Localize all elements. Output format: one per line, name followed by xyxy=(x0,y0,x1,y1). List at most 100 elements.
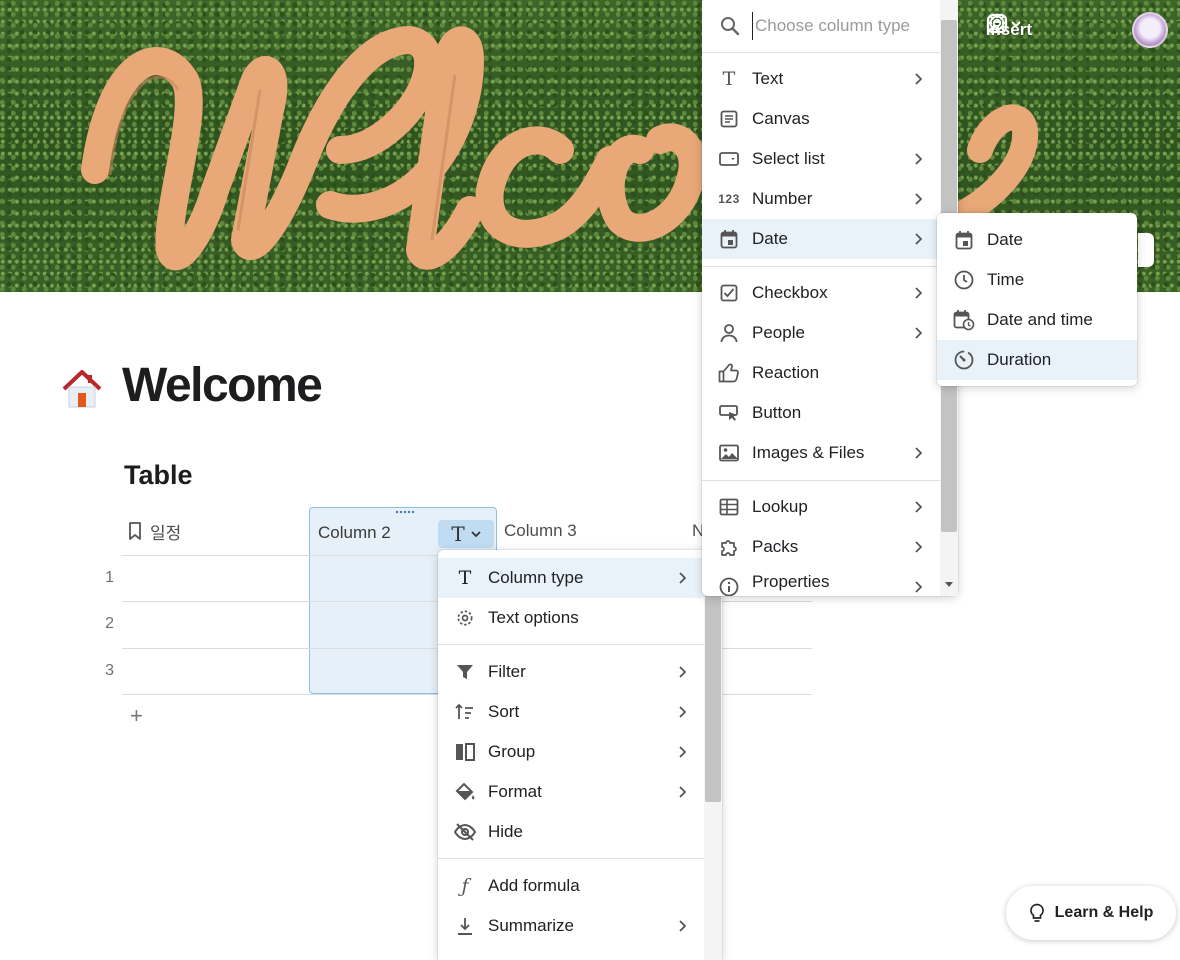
calendar-clock-icon xyxy=(953,310,975,331)
lookup-table-icon xyxy=(718,497,740,517)
type-item-lookup[interactable]: Lookup xyxy=(702,487,940,527)
scroll-down-arrow-icon[interactable] xyxy=(944,580,954,588)
filter-icon xyxy=(454,662,476,682)
type-item-number[interactable]: 123 Number xyxy=(702,179,940,219)
chevron-right-icon xyxy=(678,916,690,936)
menu-item-label: Group xyxy=(488,742,536,761)
column-header-1[interactable]: 일정 xyxy=(126,507,181,555)
column-type-button[interactable]: T xyxy=(438,520,494,548)
number-icon: 123 xyxy=(718,192,740,206)
formula-icon: ƒ xyxy=(461,875,469,897)
learn-help-button[interactable]: Learn & Help xyxy=(1006,886,1176,940)
type-item-packs[interactable]: Packs xyxy=(702,527,940,567)
house-icon[interactable] xyxy=(60,367,104,411)
calendar-icon xyxy=(953,230,975,250)
menu-item-filter[interactable]: Filter xyxy=(438,652,704,692)
scrollbar[interactable] xyxy=(704,550,722,960)
date-option-duration[interactable]: Duration xyxy=(937,340,1137,380)
chevron-right-icon xyxy=(914,537,926,557)
menu-item-group[interactable]: Group xyxy=(438,732,704,772)
column-header-label: Column 2 xyxy=(318,523,391,542)
menu-divider xyxy=(438,644,704,645)
chevron-right-icon xyxy=(678,742,690,762)
menu-item-label: Select list xyxy=(752,149,825,168)
eye-off-icon xyxy=(454,822,476,842)
chevron-right-icon xyxy=(914,497,926,517)
row-number: 2 xyxy=(105,615,114,632)
type-item-properties[interactable]: Properties xyxy=(702,567,940,596)
menu-item-summarize[interactable]: Summarize xyxy=(438,906,704,946)
menu-item-label: Packs xyxy=(752,537,799,556)
settings-gear-icon[interactable] xyxy=(986,13,1068,42)
chevron-right-icon xyxy=(914,283,926,303)
chevron-down-icon xyxy=(471,531,481,538)
chevron-right-icon xyxy=(914,149,926,169)
type-item-canvas[interactable]: Canvas xyxy=(702,99,940,139)
image-icon xyxy=(718,443,740,463)
column-header-label: 일정 xyxy=(150,523,182,543)
scrollbar-thumb[interactable] xyxy=(705,580,721,802)
chevron-right-icon xyxy=(914,189,926,209)
type-item-images-files[interactable]: Images & Files xyxy=(702,433,940,473)
menu-divider xyxy=(702,266,940,267)
select-list-icon xyxy=(718,149,740,169)
menu-item-label: Column type xyxy=(488,568,584,587)
thumbs-up-icon xyxy=(718,363,740,383)
info-icon xyxy=(718,577,740,596)
type-item-checkbox[interactable]: Checkbox xyxy=(702,273,940,313)
column-type-search-input[interactable] xyxy=(752,12,937,40)
type-item-text[interactable]: T Text xyxy=(702,59,940,99)
table-title[interactable]: Table xyxy=(124,460,193,491)
column-header-label: Column 3 xyxy=(504,521,577,540)
add-row-button[interactable]: + xyxy=(130,703,143,729)
menu-item-hide[interactable]: Hide xyxy=(438,812,704,852)
column-header-3[interactable]: Column 3 xyxy=(504,507,577,555)
user-avatar[interactable] xyxy=(1132,12,1168,48)
chevron-right-icon xyxy=(914,577,926,596)
type-item-button[interactable]: Button xyxy=(702,393,940,433)
menu-divider xyxy=(438,858,704,859)
summarize-icon xyxy=(454,916,476,936)
type-item-select-list[interactable]: Select list xyxy=(702,139,940,179)
menu-item-label: Time xyxy=(987,270,1025,289)
type-item-date[interactable]: Date xyxy=(702,219,940,259)
banner-edge-chip xyxy=(1138,233,1154,267)
button-icon xyxy=(718,403,740,423)
menu-item-label: Sort xyxy=(488,702,520,721)
bookmark-icon xyxy=(129,522,141,540)
chevron-right-icon xyxy=(678,782,690,802)
menu-divider xyxy=(702,52,940,53)
drag-handle[interactable] xyxy=(395,510,415,514)
menu-item-add-formula[interactable]: ƒ Add formula xyxy=(438,866,704,906)
menu-item-label: Checkbox xyxy=(752,283,828,302)
menu-item-label: Lookup xyxy=(752,497,808,516)
calendar-icon xyxy=(718,229,740,249)
menu-item-label: Date xyxy=(987,230,1023,249)
date-type-submenu: Date Time Date and time Duration xyxy=(937,213,1137,386)
menu-item-label: Duration xyxy=(987,350,1052,369)
menu-item-label: Text xyxy=(752,69,784,88)
chevron-right-icon xyxy=(914,443,926,463)
date-option-time[interactable]: Time xyxy=(937,260,1137,300)
chevron-right-icon xyxy=(914,229,926,249)
menu-item-label: Properties xyxy=(752,571,830,591)
menu-divider xyxy=(702,480,940,481)
date-option-date[interactable]: Date xyxy=(937,220,1137,260)
type-search-row xyxy=(702,0,940,50)
type-item-reaction[interactable]: Reaction xyxy=(702,353,940,393)
type-item-people[interactable]: People xyxy=(702,313,940,353)
menu-item-text-options[interactable]: Text options xyxy=(438,598,704,638)
menu-item-sort[interactable]: Sort xyxy=(438,692,704,732)
menu-item-label: Text options xyxy=(488,608,579,627)
page-title[interactable]: Welcome xyxy=(122,358,323,413)
menu-item-column-type[interactable]: T Column type xyxy=(438,558,704,598)
menu-item-format[interactable]: Format xyxy=(438,772,704,812)
puzzle-icon xyxy=(718,537,740,557)
date-option-date-and-time[interactable]: Date and time xyxy=(937,300,1137,340)
comments-menu-icon[interactable] xyxy=(986,13,1120,42)
menu-item-label: Images & Files xyxy=(752,443,865,462)
menu-item-label: Hide xyxy=(488,822,523,841)
sort-icon xyxy=(454,702,476,722)
chevron-right-icon xyxy=(678,702,690,722)
menu-item-label: Filter xyxy=(488,662,526,681)
